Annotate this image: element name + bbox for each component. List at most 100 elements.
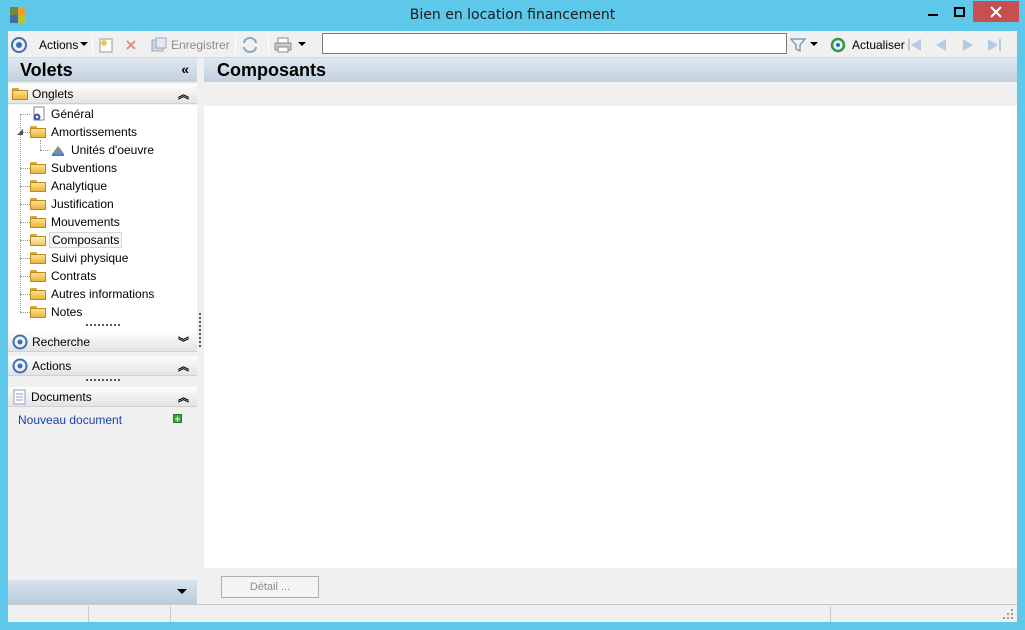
delete-button[interactable] (124, 35, 138, 54)
main-subbar (204, 82, 1017, 106)
main-content (204, 106, 1017, 568)
collapse-up-icon[interactable]: ︽ (178, 358, 189, 374)
detail-button[interactable]: Détail ... (221, 576, 319, 598)
status-cell (8, 606, 89, 622)
page-title: Composants (217, 59, 327, 80)
actions-label: Actions (32, 358, 72, 373)
first-record-button[interactable] (907, 35, 923, 54)
tree-item-subventions[interactable]: Subventions (30, 159, 119, 177)
window-title: Bien en location financement (409, 7, 616, 23)
app-window: Bien en location financement Actions Enr… (0, 0, 1025, 630)
last-icon (988, 38, 1001, 51)
tree-item-label: Contrats (51, 269, 97, 283)
tree-item-label: Amortissements (51, 125, 138, 139)
gear-doc-icon (33, 106, 45, 121)
title-bar: Bien en location financement (0, 0, 1025, 31)
tree-item-justification[interactable]: Justification (30, 195, 116, 213)
next-icon (963, 38, 973, 51)
filter-button[interactable] (790, 35, 818, 54)
search-input[interactable] (322, 33, 787, 54)
status-cell (89, 606, 171, 622)
expand-down-icon[interactable]: ︾ (178, 334, 189, 350)
tree-item-label: Composants (49, 232, 123, 248)
delete-icon (126, 39, 136, 50)
tree-item-label: Mouvements (51, 215, 120, 229)
refresh-icon (830, 37, 846, 52)
tree-item-label: Unités d'oeuvre (71, 143, 155, 157)
tabs-tree: Général Amortissements Unités d'oeuvre S… (8, 105, 197, 335)
target-icon[interactable] (11, 35, 27, 54)
tree-item-analytique[interactable]: Analytique (30, 177, 109, 195)
resize-grip[interactable] (86, 324, 120, 327)
folder-icon (30, 162, 46, 174)
tree-item-autres-informations[interactable]: Autres informations (30, 285, 156, 303)
first-icon (908, 38, 921, 51)
tree-item-suivi-physique[interactable]: Suivi physique (30, 249, 130, 267)
folder-icon (30, 288, 46, 300)
folder-icon (30, 198, 46, 210)
tree-item-label: Justification (51, 197, 114, 211)
minimize-button[interactable] (919, 1, 946, 22)
expanded-arrow-icon[interactable] (16, 128, 24, 136)
save-button-label: Enregistrer (171, 37, 230, 52)
target-icon (12, 358, 28, 373)
dropdown-arrow-icon (80, 42, 89, 46)
folder-icon (12, 87, 28, 100)
last-record-button[interactable] (986, 35, 1002, 54)
recherche-section-header[interactable]: Recherche ︾ (8, 332, 197, 352)
folder-icon (30, 306, 46, 318)
filter-icon (790, 37, 806, 52)
tree-item-contrats[interactable]: Contrats (30, 267, 98, 285)
tree-item-amortissements[interactable]: Amortissements (16, 123, 139, 141)
document-icon (13, 389, 26, 404)
status-bar (8, 604, 1017, 622)
collapse-up-icon[interactable]: ︽ (178, 389, 189, 405)
target-icon (12, 334, 28, 349)
minimize-icon (927, 13, 938, 16)
folder-icon (30, 126, 46, 138)
save-button[interactable]: Enregistrer (151, 35, 230, 54)
dropdown-arrow-icon (298, 42, 306, 46)
previous-record-button[interactable] (934, 35, 948, 54)
left-panel-footer (8, 580, 197, 604)
next-record-button[interactable] (961, 35, 975, 54)
actions-menu[interactable]: Actions (39, 35, 89, 54)
tree-item-label: Analytique (51, 179, 108, 193)
new-document-icon (99, 38, 113, 52)
tree-item-composants[interactable]: Composants (30, 231, 123, 249)
tree-item-mouvements[interactable]: Mouvements (30, 213, 122, 231)
tree-item-label: Suivi physique (51, 251, 129, 265)
folder-icon (30, 252, 46, 264)
collapse-up-icon[interactable]: ︽ (178, 86, 189, 102)
size-grip-icon[interactable] (1003, 609, 1013, 619)
refresh-button[interactable]: Actualiser (830, 35, 905, 54)
main-header: Composants (204, 58, 1017, 82)
documents-section-header[interactable]: Documents ︽ (8, 387, 197, 407)
tree-item-label: Autres informations (51, 287, 155, 301)
folder-icon (30, 216, 46, 228)
tree-item-notes[interactable]: Notes (30, 303, 84, 321)
folder-icon (30, 270, 46, 282)
refresh-button-label: Actualiser (852, 37, 905, 52)
sync-button[interactable] (241, 35, 259, 54)
previous-icon (936, 38, 946, 51)
actions-section-header[interactable]: Actions ︽ (8, 356, 197, 376)
collapse-panel-icon[interactable]: « (181, 61, 189, 77)
add-document-icon[interactable]: + (173, 414, 182, 424)
new-document-link[interactable]: Nouveau document (18, 413, 122, 427)
onglets-section-header[interactable]: Onglets ︽ (8, 84, 197, 104)
documents-label: Documents (31, 389, 92, 404)
maximize-button[interactable] (946, 1, 973, 22)
tree-item-unites-doeuvre[interactable]: Unités d'oeuvre (50, 141, 156, 159)
onglets-label: Onglets (32, 86, 74, 101)
resize-grip[interactable] (86, 379, 120, 382)
close-button[interactable] (973, 1, 1019, 22)
save-icon (151, 37, 167, 51)
chevron-down-icon[interactable] (177, 589, 187, 595)
print-button[interactable] (274, 35, 306, 54)
panel-splitter[interactable] (199, 313, 201, 347)
new-record-button[interactable] (98, 35, 114, 54)
tree-item-general[interactable]: Général (30, 105, 96, 123)
volets-header: Volets « (8, 58, 197, 82)
folder-open-icon (30, 234, 46, 246)
